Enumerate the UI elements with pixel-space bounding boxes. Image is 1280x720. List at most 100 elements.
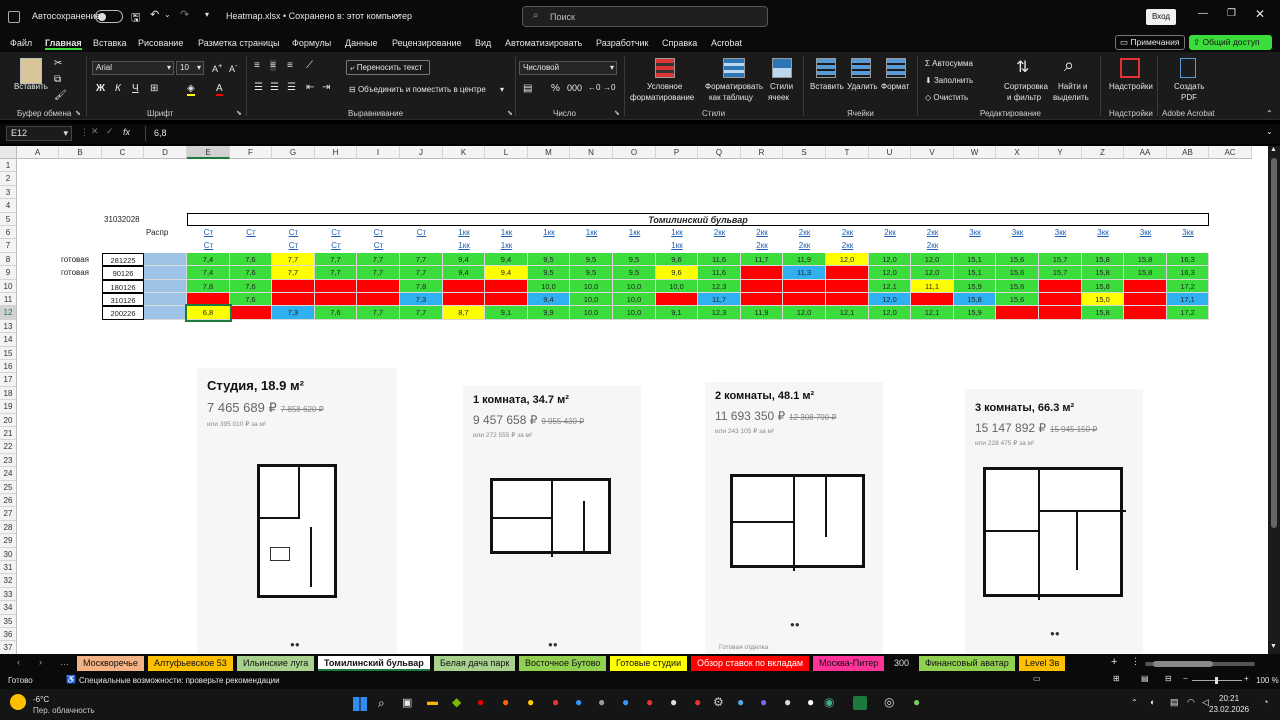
volume-icon[interactable]: ◁ [1202, 697, 1209, 708]
carousel-dots[interactable]: ●● [1050, 629, 1060, 638]
scroll-thumb[interactable] [1271, 158, 1277, 528]
room-type-header-S[interactable]: 2кк [783, 226, 826, 240]
room-type-subheader-H[interactable]: Ст [315, 239, 357, 253]
heatmap-cell[interactable] [656, 293, 698, 307]
zoom-in-icon[interactable]: + [1244, 674, 1249, 683]
heatmap-cell[interactable]: 11,3 [783, 266, 826, 280]
heatmap-cell[interactable]: 10,0 [613, 279, 656, 293]
insert-cells-button[interactable]: Вставить [810, 82, 844, 91]
room-type-subheader-O[interactable] [613, 239, 656, 253]
sheet-tab[interactable]: Томилинский бульвар [318, 656, 430, 671]
heatmap-cell[interactable]: 15,8 [1124, 266, 1167, 280]
share-button[interactable]: ⇪ Общий доступ [1189, 35, 1272, 50]
row-header-24[interactable]: 24 [0, 467, 17, 481]
number-format-select[interactable]: Числовой ▾ [519, 61, 617, 75]
heatmap-cell[interactable]: 7,3 [272, 306, 315, 320]
clear-button[interactable]: ◇ Очистить [925, 93, 968, 102]
heatmap-cell[interactable]: 9,4 [443, 252, 485, 267]
room-type-header-P[interactable]: 1кк [656, 226, 698, 240]
format-painter-icon[interactable]: 🖌 [54, 90, 67, 101]
distribution-cell[interactable] [144, 293, 187, 307]
distribution-cell[interactable] [144, 306, 187, 320]
heatmap-cell[interactable]: 15,6 [996, 279, 1039, 293]
room-type-subheader-Q[interactable] [698, 239, 741, 253]
confirm-entry-icon[interactable]: ✓ [106, 126, 114, 137]
delete-cells-button[interactable]: Удалить [847, 82, 878, 91]
column-header-A[interactable]: A [17, 146, 59, 159]
worksheet-grid[interactable]: A B C D E F G H I J K L M N O P Q R S T U V W X Y Z AA AB AC 1234567… [0, 146, 1268, 654]
app-icon-9[interactable]: ● [670, 695, 677, 709]
menu-automate[interactable]: Автоматизировать [505, 38, 582, 48]
font-name-select[interactable]: Arial ▾ [92, 61, 174, 75]
heatmap-cell[interactable]: 15,8 [1124, 252, 1167, 267]
sheet-tab[interactable]: Level Зв [1019, 656, 1066, 671]
paste-button[interactable]: Вставить [14, 82, 48, 91]
paste-icon[interactable] [20, 58, 42, 84]
heatmap-cell[interactable]: 7,4 [187, 252, 230, 267]
heatmap-cell[interactable]: 7,7 [400, 266, 443, 280]
heatmap-cell[interactable] [485, 293, 528, 307]
distribution-cell[interactable] [144, 252, 187, 267]
app-icon-17[interactable]: ● [913, 695, 920, 709]
tab-prev-icon[interactable]: ‹ [17, 657, 20, 667]
fill-button[interactable]: ⬇ Заполнить [925, 76, 973, 85]
distribution-cell[interactable] [144, 266, 187, 280]
room-type-header-K[interactable]: 1кк [443, 226, 485, 240]
heatmap-cell[interactable]: 11,9 [783, 252, 826, 267]
room-type-subheader-AB[interactable] [1167, 239, 1209, 253]
underline-icon[interactable]: Ч [132, 83, 139, 94]
sheet-tab[interactable]: Москва-Питер [813, 656, 885, 671]
heatmap-cell[interactable] [1124, 293, 1167, 307]
app-icon-1[interactable]: ● [477, 695, 484, 709]
column-header-H[interactable]: H [315, 146, 357, 159]
room-type-subheader-W[interactable] [954, 239, 996, 253]
row-header-26[interactable]: 26 [0, 494, 17, 508]
cell-styles-line1[interactable]: Стили [770, 82, 793, 91]
sheet-tab[interactable]: Москворечье [77, 656, 144, 671]
merged-title-cell[interactable]: Томилинский бульвар [187, 212, 1209, 226]
sort-filter-line1[interactable]: Сортировка [1004, 82, 1048, 91]
heatmap-cell[interactable]: 10,0 [528, 279, 570, 293]
room-type-subheader-R[interactable]: 2кк [741, 239, 783, 253]
heatmap-cell[interactable]: 15,7 [1039, 266, 1082, 280]
heatmap-cell[interactable]: 11,1 [911, 279, 954, 293]
row-header-12[interactable]: 12 [0, 306, 17, 320]
room-type-subheader-I[interactable]: Ст [357, 239, 400, 253]
heatmap-cell[interactable]: 7,4 [187, 266, 230, 280]
room-type-header-W[interactable]: 3кк [954, 226, 996, 240]
app-icon-7[interactable]: ● [622, 695, 629, 709]
heatmap-cell[interactable] [315, 279, 357, 293]
heatmap-cell[interactable] [1039, 279, 1082, 293]
select-all-corner[interactable] [0, 146, 17, 159]
heatmap-cell[interactable] [357, 293, 400, 307]
heatmap-cell[interactable] [443, 293, 485, 307]
orientation-icon[interactable]: ⟋ [306, 60, 313, 71]
conditional-formatting-button[interactable]: форматирование [630, 93, 694, 102]
app-icon-6[interactable]: ● [598, 695, 605, 709]
row-header-2[interactable]: 2 [0, 172, 17, 186]
column-header-N[interactable]: N [570, 146, 613, 159]
save-icon[interactable]: 🖫 [131, 9, 140, 28]
column-header-X[interactable]: X [996, 146, 1039, 159]
sheet-tab[interactable]: Готовые студии [610, 656, 688, 671]
heatmap-cell[interactable]: 7,7 [272, 252, 315, 267]
app-icon-15[interactable]: ● [807, 695, 814, 709]
heatmap-cell[interactable]: 9,4 [485, 252, 528, 267]
heatmap-cell[interactable]: 15,7 [1039, 252, 1082, 267]
heatmap-cell[interactable]: 12,3 [698, 279, 741, 293]
tray-icon-1[interactable]: ◐ [1150, 697, 1155, 707]
heatmap-cell[interactable]: 9,4 [485, 266, 528, 280]
column-header-Q[interactable]: Q [698, 146, 741, 159]
column-header-L[interactable]: L [485, 146, 528, 159]
heatmap-cell[interactable]: 16,3 [1167, 252, 1209, 267]
heatmap-cell[interactable]: 15,8 [1082, 306, 1124, 320]
heatmap-cell[interactable]: 12,0 [869, 306, 911, 320]
excel-taskbar-icon[interactable] [853, 696, 867, 710]
tray-chevron-icon[interactable]: ⌃ [1131, 698, 1138, 707]
heatmap-cell[interactable]: 16,3 [1167, 266, 1209, 280]
menu-insert[interactable]: Вставка [93, 38, 126, 48]
row-header-35[interactable]: 35 [0, 614, 17, 628]
autosave-toggle[interactable] [95, 10, 123, 23]
row-header-27[interactable]: 27 [0, 507, 17, 521]
room-type-subheader-Y[interactable] [1039, 239, 1082, 253]
